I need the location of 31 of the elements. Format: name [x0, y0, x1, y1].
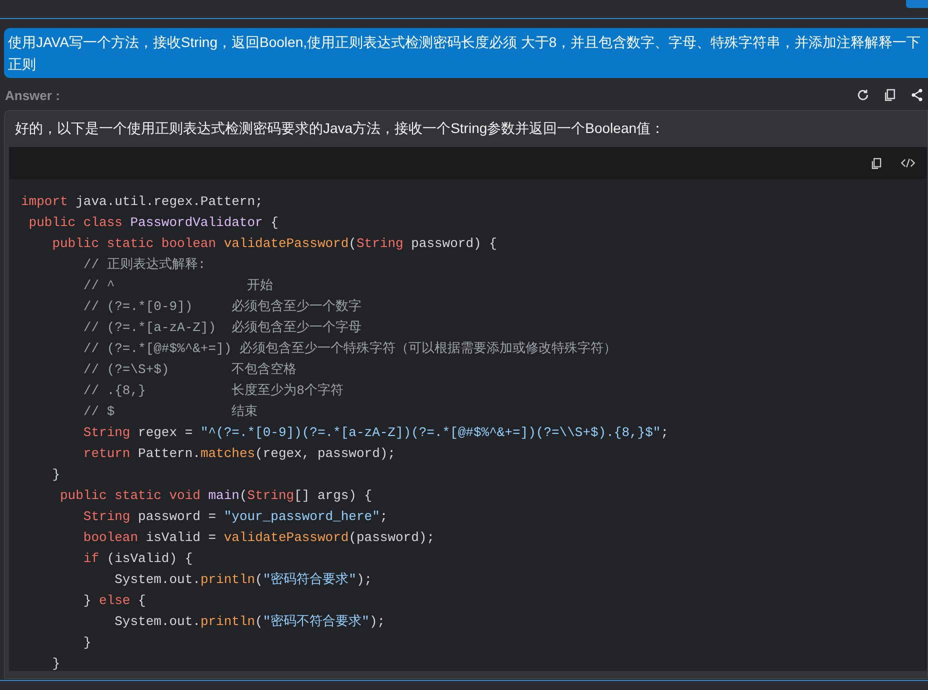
code-line: public class PasswordValidator {	[28, 214, 278, 232]
code-line: // (?=.*[a-zA-Z]) 必须包含至少一个字母	[82, 319, 362, 337]
copy-icon[interactable]	[870, 156, 883, 170]
code-line: public static boolean validatePassword(String password) {	[51, 235, 497, 253]
refresh-icon[interactable]	[856, 88, 870, 102]
code-line: public static void main(String[] args) {	[59, 487, 372, 505]
code-line: System.out.println("密码不符合要求");	[114, 613, 386, 631]
code-icon[interactable]	[901, 156, 915, 170]
code-line: import java.util.regex.Pattern;	[21, 193, 263, 211]
code-line: System.out.println("密码符合要求");	[114, 571, 372, 589]
code-line: // (?=.*[0-9]) 必须包含至少一个数字	[82, 298, 362, 316]
share-icon[interactable]	[910, 88, 924, 102]
code-line: // (?=\S+$) 不包含空格	[82, 361, 297, 379]
answer-label: Answer :	[5, 88, 60, 102]
code-line: }	[82, 634, 92, 652]
code-line: boolean isValid = validatePassword(password);	[82, 529, 435, 547]
code-line: // $ 结束	[82, 403, 258, 421]
code-line: // 正则表达式解释:	[82, 256, 206, 274]
answer-text: 好的，以下是一个使用正则表达式检测密码要求的Java方法，接收一个String参数并返回一个Boolean值：	[14, 119, 666, 138]
code-line: String regex = "^(?=.*[0-9])(?=.*[a-zA-Z])(?=.*[@#$%^&+=])(?=\\S+$).{8,}$";	[82, 424, 669, 442]
code-line: // ^ 开始	[82, 277, 274, 295]
code-line: // (?=.*[@#$%^&+=]) 必须包含至少一个特殊字符（可以根据需要添加或修改特殊字符）	[82, 340, 616, 358]
code-line: // .{8,} 长度至少为8个字符	[82, 382, 344, 400]
code-line: String password = "your_password_here";	[82, 508, 388, 526]
code-line: } else {	[82, 592, 146, 610]
code-line: }	[51, 655, 60, 673]
copy-icon[interactable]	[883, 88, 897, 102]
code-line: }	[51, 466, 60, 484]
prompt-bubble: 使用JAVA写一个方法，接收String，返回Boolen,使用正则表达式检测密码长度必须 大于8，并且包含数字、字母、特殊字符串，并添加注释解释一下正则	[4, 28, 928, 78]
code-line: if (isValid) {	[82, 550, 193, 568]
code-line: return Pattern.matches(regex, password);	[82, 445, 396, 463]
